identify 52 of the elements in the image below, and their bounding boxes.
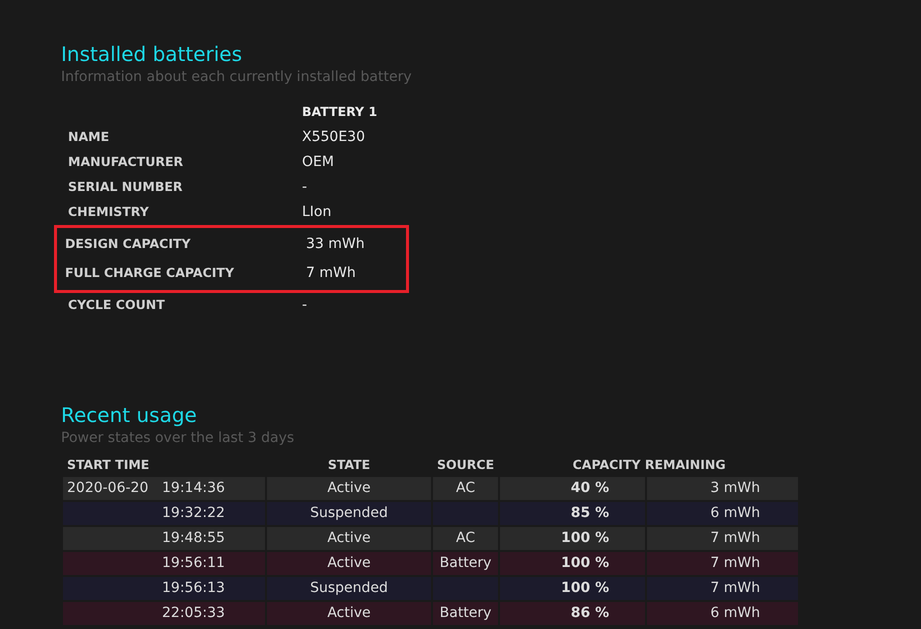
- table-cell: Suspended: [267, 577, 431, 600]
- field-label: MANUFACTURER: [67, 153, 184, 172]
- field-label: CYCLE COUNT: [67, 296, 166, 314]
- table-cell: 7 mWh: [647, 527, 798, 550]
- column-header: SOURCE: [436, 456, 496, 474]
- table-cell: 85 %: [500, 502, 646, 525]
- table-cell: 100 %: [500, 577, 646, 600]
- time-text: 19:56:11: [162, 554, 225, 573]
- column-header: START TIME: [66, 456, 150, 474]
- section-title: Recent usage: [61, 402, 198, 429]
- table-cell: Battery: [433, 552, 498, 575]
- time-text: 22:05:33: [162, 604, 225, 623]
- field-value: 7 mWh: [306, 264, 356, 283]
- table-cell: 6 mWh: [647, 502, 798, 525]
- table-cell: 7 mWh: [647, 552, 798, 575]
- table-cell: 3 mWh: [647, 477, 798, 500]
- field-value: LIon: [302, 203, 332, 222]
- table-cell: 40 %: [500, 477, 646, 500]
- column-header: BATTERY 1: [302, 103, 378, 122]
- time-text: 19:32:22: [162, 504, 225, 523]
- time-text: 19:14:36: [162, 479, 225, 498]
- date-text: 2020-06-20: [67, 479, 150, 498]
- table-cell: 6 mWh: [647, 602, 798, 625]
- table-cell: AC: [433, 477, 498, 500]
- field-label: NAME: [67, 128, 110, 146]
- field-value: -: [302, 296, 308, 315]
- table-cell: 7 mWh: [647, 577, 798, 600]
- table-cell: AC: [433, 527, 498, 550]
- field-label: FULL CHARGE CAPACITY: [65, 264, 235, 282]
- table-cell: 86 %: [500, 602, 646, 625]
- time-text: 19:56:13: [162, 579, 225, 598]
- field-value: X550E30: [302, 128, 365, 147]
- table-cell: Battery: [433, 602, 498, 625]
- field-value: OEM: [302, 153, 334, 172]
- table-cell: Suspended: [267, 502, 431, 525]
- field-label: DESIGN CAPACITY: [65, 235, 192, 254]
- table-cell: Active: [267, 602, 431, 625]
- table-cell: 100 %: [500, 527, 646, 550]
- column-header: CAPACITY REMAINING: [572, 456, 727, 474]
- field-label: CHEMISTRY: [67, 203, 150, 222]
- table-cell: Active: [267, 552, 431, 575]
- table-cell: Active: [267, 527, 431, 550]
- time-text: 19:48:55: [162, 529, 225, 548]
- field-value: -: [302, 178, 308, 197]
- table-cell: 100 %: [500, 552, 646, 575]
- section-subtitle: Information about each currently installed battery: [61, 68, 413, 86]
- section-subtitle: Power states over the last 3 days: [61, 429, 296, 447]
- field-label: SERIAL NUMBER: [67, 178, 184, 196]
- section-title: Installed batteries: [61, 41, 244, 68]
- column-header: STATE: [326, 456, 372, 474]
- table-cell: Active: [267, 477, 431, 500]
- field-value: 33 mWh: [306, 235, 365, 254]
